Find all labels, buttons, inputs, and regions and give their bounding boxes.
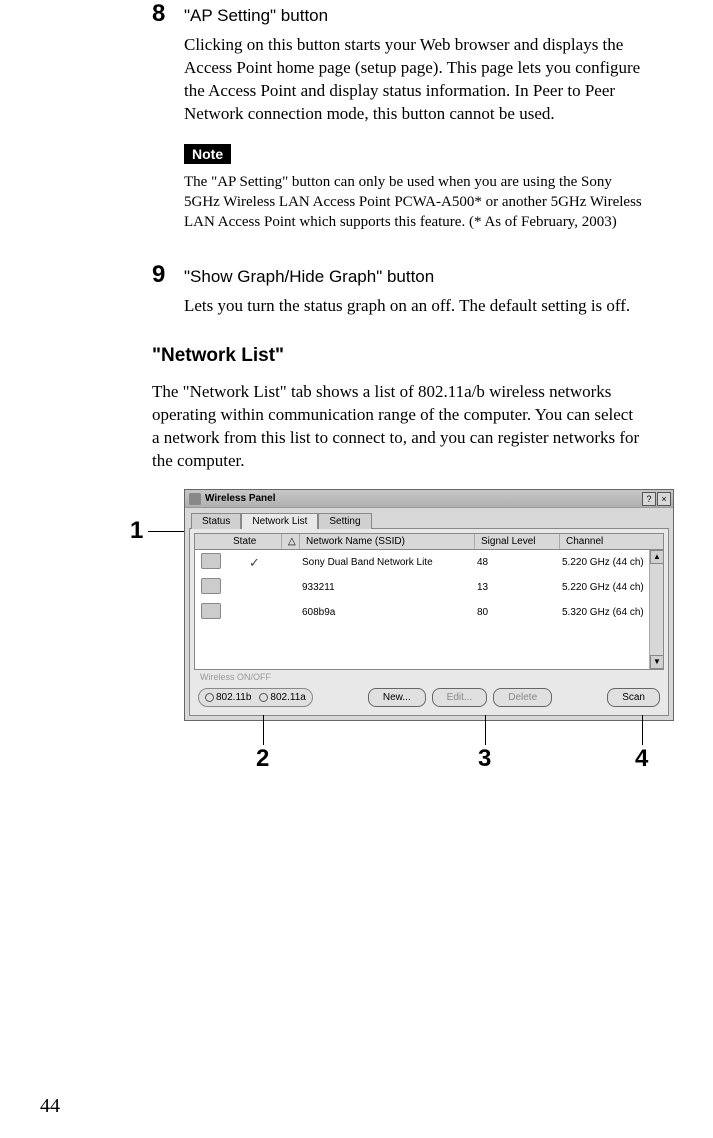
delete-button[interactable]: Delete (493, 688, 552, 707)
list-item[interactable]: ✓ Sony Dual Band Network Lite 48 5.220 G… (195, 550, 663, 575)
edit-button[interactable]: Edit... (432, 688, 488, 707)
tab-setting[interactable]: Setting (318, 513, 371, 529)
callout-2-line (263, 715, 264, 745)
radio-group: 802.11b 802.11a (198, 688, 313, 707)
tab-strip: Status Network List Setting (185, 508, 673, 528)
item-9-number: 9 (152, 261, 184, 289)
list-header: State △ Network Name (SSID) Signal Level… (194, 533, 664, 550)
window-title: Wireless Panel (205, 493, 276, 504)
col-state[interactable]: State (227, 534, 282, 549)
window-titlebar: Wireless Panel ? × (185, 490, 673, 508)
signal-cell: 13 (475, 582, 560, 593)
radio-a-label: 802.11a (270, 692, 305, 703)
radio-80211b[interactable]: 802.11b (205, 692, 251, 703)
callout-2: 2 (256, 745, 269, 773)
wireless-onoff-label: Wireless ON/OFF (200, 672, 664, 682)
col-icon[interactable] (195, 534, 227, 549)
network-list-heading: "Network List" (152, 345, 643, 367)
network-icon (201, 578, 221, 594)
note-label: Note (184, 144, 231, 164)
item-8-body: Clicking on this button starts your Web … (184, 34, 643, 126)
close-button[interactable]: × (657, 492, 671, 506)
tab-network-list[interactable]: Network List (241, 513, 318, 529)
list-item[interactable]: 608b9a 80 5.320 GHz (64 ch) (195, 600, 663, 625)
callout-3-line (485, 715, 486, 745)
scan-button[interactable]: Scan (607, 688, 660, 707)
callout-4: 4 (635, 745, 648, 773)
network-icon (201, 603, 221, 619)
col-sort[interactable]: △ (282, 534, 300, 549)
bottom-bar: 802.11b 802.11a New... Edit... Delete Sc… (194, 682, 664, 711)
item-8-number: 8 (152, 0, 184, 28)
network-list-body: The "Network List" tab shows a list of 8… (152, 381, 643, 473)
channel-cell: 5.220 GHz (44 ch) (560, 582, 663, 593)
ssid-cell: 608b9a (300, 607, 475, 618)
scrollbar[interactable]: ▲ ▼ (649, 550, 663, 669)
note-text: The "AP Setting" button can only be used… (184, 172, 643, 233)
item-9-title: "Show Graph/Hide Graph" button (184, 267, 434, 287)
scroll-up-icon[interactable]: ▲ (650, 550, 664, 564)
page-number: 44 (40, 1095, 60, 1118)
tab-status[interactable]: Status (191, 513, 241, 529)
signal-cell: 48 (475, 557, 560, 568)
channel-cell: 5.220 GHz (44 ch) (560, 557, 663, 568)
tab-content: State △ Network Name (SSID) Signal Level… (189, 528, 669, 716)
help-button[interactable]: ? (642, 492, 656, 506)
radio-b-label: 802.11b (216, 692, 251, 703)
wireless-panel-window: Wireless Panel ? × Status Network List S… (184, 489, 674, 721)
callout-1: 1 (130, 517, 143, 545)
radio-icon (205, 693, 214, 702)
figure-area: 1 Wireless Panel ? × Status Network List… (152, 489, 643, 721)
col-ssid[interactable]: Network Name (SSID) (300, 534, 475, 549)
col-channel[interactable]: Channel (560, 534, 663, 549)
radio-icon (259, 693, 268, 702)
callout-4-line (642, 715, 643, 745)
button-group: New... Edit... Delete (368, 688, 552, 707)
new-button[interactable]: New... (368, 688, 426, 707)
checkmark-icon: ✓ (249, 555, 260, 570)
callout-3: 3 (478, 745, 491, 773)
signal-cell: 80 (475, 607, 560, 618)
radio-80211a[interactable]: 802.11a (259, 692, 305, 703)
list-body: ✓ Sony Dual Band Network Lite 48 5.220 G… (194, 550, 664, 670)
app-icon (189, 493, 201, 505)
list-item[interactable]: 933211 13 5.220 GHz (44 ch) (195, 575, 663, 600)
scroll-down-icon[interactable]: ▼ (650, 655, 664, 669)
ssid-cell: Sony Dual Band Network Lite (300, 557, 475, 568)
col-signal[interactable]: Signal Level (475, 534, 560, 549)
item-9-body: Lets you turn the status graph on an off… (184, 295, 643, 318)
channel-cell: 5.320 GHz (64 ch) (560, 607, 663, 618)
item-8-title: "AP Setting" button (184, 6, 328, 26)
ssid-cell: 933211 (300, 582, 475, 593)
network-icon (201, 553, 221, 569)
